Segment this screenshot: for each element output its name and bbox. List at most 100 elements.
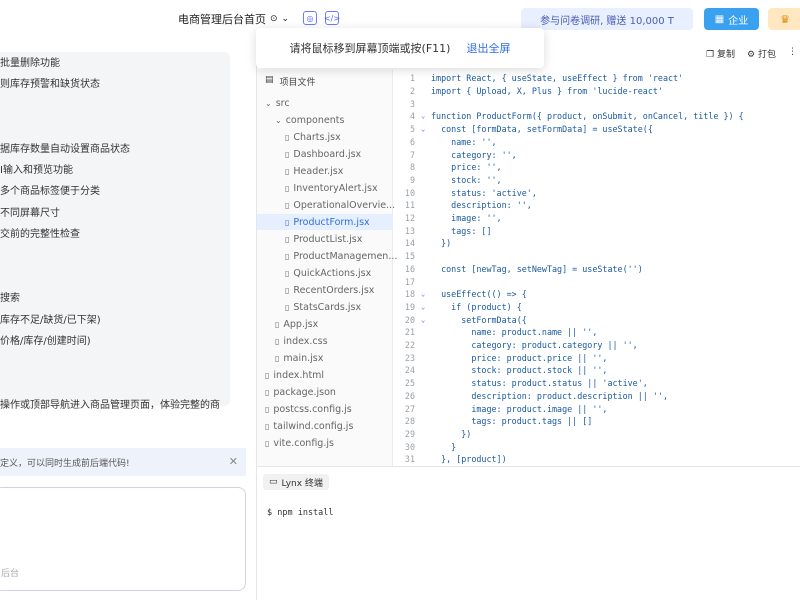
file-icon: ▯ bbox=[275, 353, 280, 363]
chat-text-line: 批量删除功能 bbox=[0, 58, 60, 69]
code-line: 26 description: product.description || '… bbox=[395, 390, 800, 403]
code-line: 30 } bbox=[395, 440, 800, 453]
code-text: description: product.description || '', bbox=[431, 390, 668, 401]
code-line: 27 image: product.image || '', bbox=[395, 402, 800, 415]
package-button[interactable]: ⚙ 打包 bbox=[747, 47, 776, 60]
view-toggle: ◎ </> bbox=[303, 11, 340, 25]
file-icon: ▯ bbox=[265, 421, 270, 431]
chat-input[interactable]: 后台 bbox=[0, 487, 246, 591]
terminal-panel: ▭ Lynx 终端 $ npm install bbox=[257, 466, 800, 600]
file-icon: ▯ bbox=[285, 251, 290, 261]
line-number: 2 bbox=[409, 86, 415, 97]
copy-button[interactable]: ❐ 复制 bbox=[706, 47, 735, 60]
folder-icon: ▤ bbox=[265, 75, 274, 85]
crown-button[interactable]: ♛ bbox=[768, 8, 800, 30]
code-line: 19 ⌄ if (product) { bbox=[395, 301, 800, 314]
file-icon: ▯ bbox=[275, 319, 280, 329]
code-line: 10 status: 'active', bbox=[395, 186, 800, 199]
survey-promo-button[interactable]: 参与问卷调研, 赠送 10,000 T bbox=[521, 8, 693, 30]
chat-text-line: 库存不足/缺货/已下架) bbox=[0, 314, 101, 326]
code-line: 20 ⌄ setFormData({ bbox=[395, 313, 800, 326]
toast-message: 请将鼠标移到屏幕顶端或按(F11) bbox=[289, 42, 451, 55]
file-tree-file[interactable]: ▯ InventoryAlert.jsx bbox=[285, 180, 378, 196]
file-tree-file[interactable]: ▯ index.css bbox=[275, 333, 328, 349]
fold-chevron-icon[interactable]: ⌄ bbox=[421, 290, 431, 298]
fold-chevron-icon[interactable]: ⌄ bbox=[421, 112, 431, 120]
line-number: 4 bbox=[409, 111, 415, 122]
file-tree-folder[interactable]: ⌄ components bbox=[275, 112, 344, 128]
code-text: price: '', bbox=[431, 162, 502, 173]
line-number: 11 bbox=[404, 200, 415, 211]
line-number: 9 bbox=[409, 174, 415, 185]
terminal-tab[interactable]: ▭ Lynx 终端 bbox=[263, 474, 329, 490]
code-text: price: product.price || '', bbox=[431, 352, 608, 363]
chat-text-line: 则库存预警和缺货状态 bbox=[0, 79, 100, 91]
close-icon[interactable]: ✕ bbox=[229, 455, 238, 468]
file-tree-file[interactable]: ▯ ProductManagemen... bbox=[285, 248, 397, 264]
file-tree-file[interactable]: ▯ RecentOrders.jsx bbox=[285, 282, 374, 298]
code-icon[interactable]: </> bbox=[324, 11, 340, 25]
file-tree-file[interactable]: ▯ postcss.config.js bbox=[265, 401, 352, 417]
line-number: 26 bbox=[404, 390, 415, 401]
code-line: 29 }) bbox=[395, 428, 800, 441]
fullscreen-toast: 请将鼠标移到屏幕顶端或按(F11) 退出全屏 bbox=[256, 28, 544, 68]
file-tree-file[interactable]: ▯ QuickActions.jsx bbox=[285, 265, 371, 281]
file-tree-file[interactable]: ▯ OperationalOvervie... bbox=[285, 197, 395, 213]
chat-text-line: 搜索 bbox=[0, 293, 20, 305]
file-name: QuickActions.jsx bbox=[293, 267, 372, 279]
exit-fullscreen-link[interactable]: 退出全屏 bbox=[466, 40, 510, 56]
file-tree-file[interactable]: ▯ main.jsx bbox=[275, 350, 323, 366]
file-name: OperationalOvervie... bbox=[293, 199, 396, 211]
project-title-dropdown[interactable]: 电商管理后台首页 ⊙ ⌄ bbox=[178, 11, 289, 27]
line-number: 25 bbox=[404, 378, 415, 389]
file-tree-file[interactable]: ▯ StatsCards.jsx bbox=[285, 299, 361, 315]
file-tree-file[interactable]: ▯ Charts.jsx bbox=[285, 129, 341, 145]
line-number: 1 bbox=[409, 73, 415, 84]
file-tree-file[interactable]: ▯ Dashboard.jsx bbox=[285, 146, 361, 162]
preview-icon[interactable]: ◎ bbox=[303, 11, 317, 25]
code-text: stock: '', bbox=[431, 174, 502, 185]
file-tree-file[interactable]: ▯ package.json bbox=[265, 384, 336, 400]
code-area[interactable]: 1 import React, { useState, useEffect } f… bbox=[395, 70, 800, 466]
line-number: 5 bbox=[409, 124, 415, 135]
file-tree-file[interactable]: ▯ vite.config.js bbox=[265, 435, 334, 451]
file-tree-folder[interactable]: ⌄ src bbox=[265, 95, 290, 111]
file-tree-file[interactable]: ▯ Header.jsx bbox=[285, 163, 343, 179]
fold-chevron-icon[interactable]: ⌄ bbox=[421, 303, 431, 311]
share-icon[interactable]: ⊙ bbox=[270, 14, 278, 24]
fold-chevron-icon[interactable]: ⌄ bbox=[421, 316, 431, 324]
code-line: 3 bbox=[395, 97, 800, 110]
code-line: 8 price: '', bbox=[395, 161, 800, 174]
code-line: 22 category: product.category || '', bbox=[395, 339, 800, 352]
file-name: RecentOrders.jsx bbox=[293, 284, 375, 296]
fold-chevron-icon[interactable]: ⌄ bbox=[421, 125, 431, 133]
file-tree-file[interactable]: ▯ App.jsx bbox=[275, 316, 318, 332]
code-text: }) bbox=[431, 238, 452, 249]
file-name: index.css bbox=[283, 335, 328, 347]
code-text: const [newTag, setNewTag] = useState('') bbox=[431, 263, 643, 274]
chat-text-line: Ⅰ输入和预览功能 bbox=[0, 165, 73, 176]
code-text: category: product.category || '', bbox=[431, 340, 638, 351]
file-icon: ▯ bbox=[265, 404, 270, 414]
code-line: 11 description: '', bbox=[395, 199, 800, 212]
code-text: setFormData({ bbox=[431, 314, 527, 325]
code-line: 24 stock: product.stock || '', bbox=[395, 364, 800, 377]
chat-input-text: 后台 bbox=[1, 569, 20, 579]
line-number: 29 bbox=[404, 428, 415, 439]
chevron-down-icon[interactable]: ⌄ bbox=[282, 14, 290, 24]
chat-text-line: 多个商品标签便于分类 bbox=[0, 186, 100, 198]
line-number: 23 bbox=[404, 352, 415, 363]
file-tree-file[interactable]: ▯ tailwind.config.js bbox=[265, 418, 353, 434]
file-name: ProductManagemen... bbox=[293, 250, 398, 262]
folder-icon: ⌄ bbox=[275, 115, 282, 125]
file-name: Dashboard.jsx bbox=[293, 148, 362, 160]
enterprise-button[interactable]: ▦ 企业 bbox=[704, 8, 759, 30]
line-number: 20 bbox=[404, 314, 415, 325]
chat-text-line: 价格/库存/创建时间) bbox=[0, 336, 91, 348]
file-tree-file[interactable]: ▯ ProductForm.jsx bbox=[257, 214, 393, 230]
code-line: 31 }, [product]) bbox=[395, 453, 800, 466]
file-name: index.html bbox=[273, 369, 325, 381]
file-tree-file[interactable]: ▯ index.html bbox=[265, 367, 324, 383]
file-tree-file[interactable]: ▯ ProductList.jsx bbox=[285, 231, 362, 247]
more-icon[interactable]: ⋮ bbox=[788, 47, 797, 60]
